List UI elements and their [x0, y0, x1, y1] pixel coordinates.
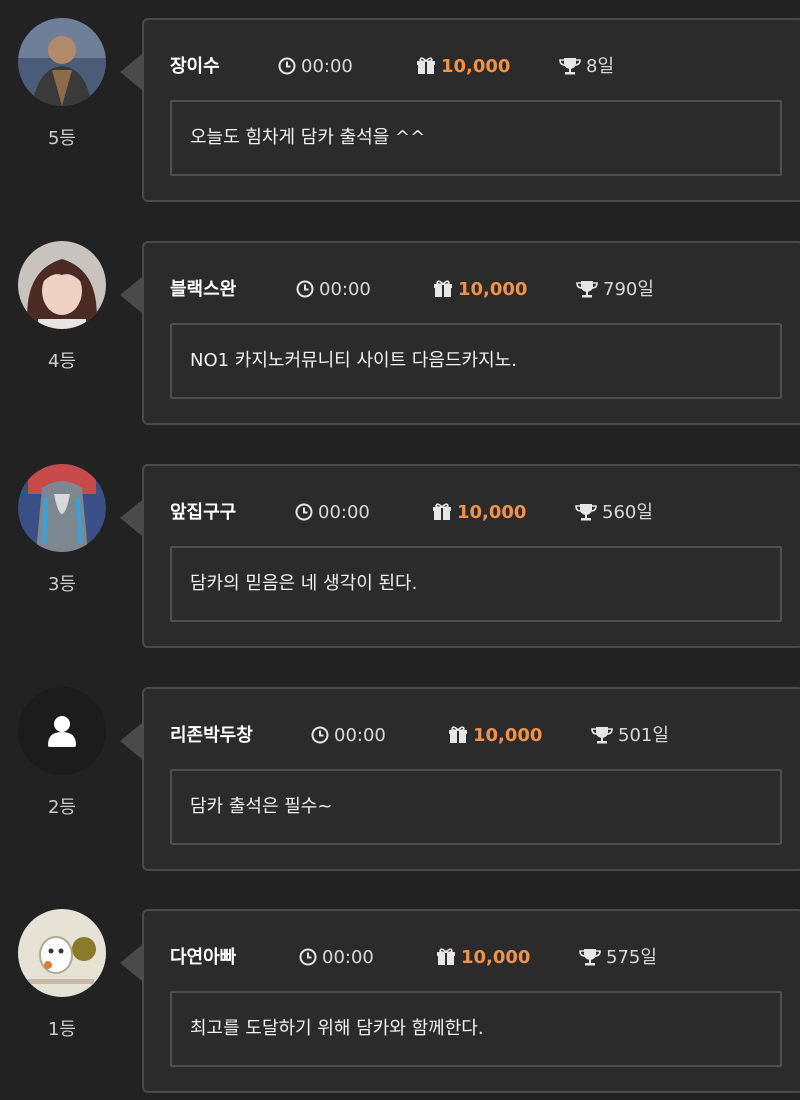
clock-icon [299, 948, 317, 966]
username[interactable]: 다연아빠 [170, 945, 236, 971]
days-value: 790일 [603, 279, 654, 300]
user-avatar[interactable] [18, 687, 106, 775]
points-earned: 10,000 [433, 277, 527, 303]
comment-card: 블랙스완 00:00 10,000 790일 NO1 카지노커뮤니티 사이트 다… [142, 241, 800, 425]
points-earned: 10,000 [448, 723, 542, 749]
comment-card: 리존박두창 00:00 10,000 501일 담카 출석은 필수~ [142, 687, 800, 871]
comment-text: 최고를 도달하기 위해 담카와 함께한다. [170, 991, 782, 1067]
trophy-icon [575, 504, 597, 521]
attendance-time: 00:00 [278, 54, 353, 80]
attendance-days: 501일 [591, 723, 669, 749]
attendance-entry: 2등 리존박두창 00:00 10,000 501일 담카 출석은 필수~ [0, 687, 800, 875]
gift-icon [417, 57, 435, 74]
username[interactable]: 블랙스완 [170, 277, 236, 303]
time-value: 00:00 [319, 279, 371, 300]
trophy-icon [591, 727, 613, 744]
card-pointer [120, 500, 142, 536]
default-user-icon [18, 687, 106, 775]
days-value: 575일 [606, 947, 657, 968]
time-value: 00:00 [322, 947, 374, 968]
points-value: 10,000 [461, 947, 531, 968]
days-value: 560일 [602, 502, 653, 523]
time-value: 00:00 [301, 56, 353, 77]
user-avatar[interactable] [18, 241, 106, 329]
attendance-entry: 3등 앞집구구 00:00 10,000 560일 담카의 믿음은 네 생각이 … [0, 464, 800, 652]
username[interactable]: 앞집구구 [170, 500, 236, 526]
time-value: 00:00 [318, 502, 370, 523]
attendance-entry: 4등 블랙스완 00:00 10,000 790일 NO1 카지노커뮤니티 사이… [0, 241, 800, 429]
clock-icon [311, 726, 329, 744]
days-value: 8일 [586, 56, 615, 77]
user-avatar[interactable] [18, 464, 106, 552]
rank-label: 2등 [47, 797, 76, 818]
attendance-days: 790일 [576, 277, 654, 303]
attendance-days: 8일 [559, 54, 614, 80]
attendance-entry: 1등 다연아빠 00:00 10,000 575일 최고를 도달하기 위해 담카… [0, 909, 800, 1097]
gift-icon [434, 280, 452, 297]
card-pointer [120, 723, 142, 759]
time-value: 00:00 [334, 725, 386, 746]
clock-icon [295, 503, 313, 521]
comment-text: 담카의 믿음은 네 생각이 된다. [170, 546, 782, 622]
comment-text: 오늘도 힘차게 담카 출석을 ^^ [170, 100, 782, 176]
username[interactable]: 장이수 [170, 54, 220, 80]
card-pointer [120, 277, 142, 313]
comment-card: 장이수 00:00 10,000 8일 오늘도 힘차게 담카 출석을 ^^ [142, 18, 800, 202]
points-value: 10,000 [441, 56, 511, 77]
clock-icon [296, 280, 314, 298]
card-pointer [120, 945, 142, 981]
points-earned: 10,000 [436, 945, 530, 971]
gift-icon [433, 503, 451, 520]
points-value: 10,000 [473, 725, 543, 746]
points-earned: 10,000 [416, 54, 510, 80]
trophy-icon [559, 58, 581, 75]
comment-text: 담카 출석은 필수~ [170, 769, 782, 845]
rank-label: 5등 [47, 128, 76, 149]
clock-icon [278, 57, 296, 75]
user-avatar[interactable] [18, 909, 106, 997]
points-earned: 10,000 [432, 500, 526, 526]
attendance-time: 00:00 [295, 500, 370, 526]
rank-label: 3등 [47, 574, 76, 595]
attendance-days: 560일 [575, 500, 653, 526]
attendance-time: 00:00 [299, 945, 374, 971]
points-value: 10,000 [457, 502, 527, 523]
card-pointer [120, 54, 142, 90]
comment-text: NO1 카지노커뮤니티 사이트 다음드카지노. [170, 323, 782, 399]
comment-card: 앞집구구 00:00 10,000 560일 담카의 믿음은 네 생각이 된다. [142, 464, 800, 648]
days-value: 501일 [618, 725, 669, 746]
gift-icon [437, 948, 455, 965]
attendance-entry: 5등 장이수 00:00 10,000 8일 오늘도 힘차게 담카 출석을 ^^ [0, 18, 800, 206]
attendance-time: 00:00 [311, 723, 386, 749]
points-value: 10,000 [458, 279, 528, 300]
attendance-time: 00:00 [296, 277, 371, 303]
trophy-icon [576, 281, 598, 298]
gift-icon [449, 726, 467, 743]
rank-label: 4등 [47, 351, 76, 372]
rank-label: 1등 [47, 1019, 76, 1040]
comment-card: 다연아빠 00:00 10,000 575일 최고를 도달하기 위해 담카와 함… [142, 909, 800, 1093]
user-avatar[interactable] [18, 18, 106, 106]
trophy-icon [579, 949, 601, 966]
attendance-days: 575일 [579, 945, 657, 971]
username[interactable]: 리존박두창 [170, 723, 253, 749]
